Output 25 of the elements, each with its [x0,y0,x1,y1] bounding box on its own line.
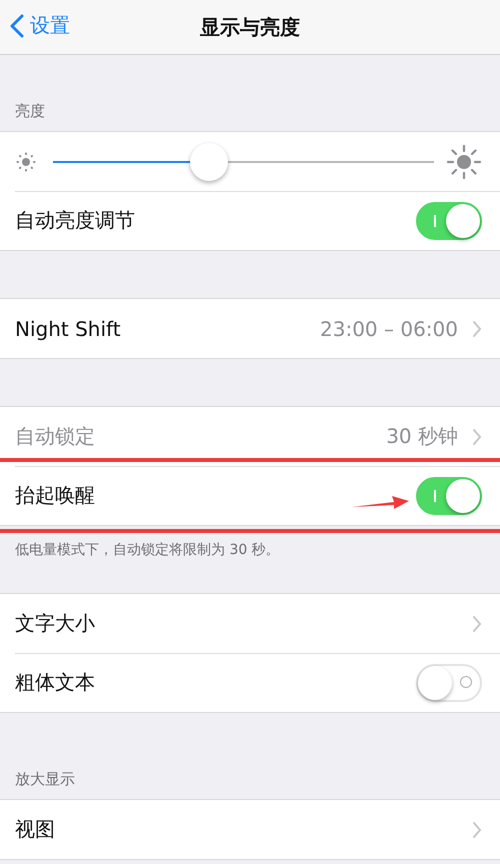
back-button[interactable]: 设置 [6,8,74,43]
brightness-slider[interactable] [53,142,434,180]
section-header: 放大显示 [15,770,75,788]
chevron-icon [472,820,482,838]
slider-thumb[interactable] [190,142,228,180]
section-header: 亮度 [15,102,45,120]
row-label: 自动亮度调节 [15,207,135,234]
row-label[interactable]: Night Shift [15,316,320,340]
pointer-arrow [352,494,410,510]
dim-sun-icon [15,150,37,172]
toggle-switch[interactable] [416,476,482,514]
row-value: 23:00 – 06:00 [320,316,458,340]
row-value: 30 秒钟 [386,423,458,450]
row-label: 粗体文本 [15,669,95,696]
back-chevron-icon [10,14,24,38]
section-footer: 低电量模式下，自动锁定将限制为 30 秒。 [15,542,280,558]
chevron-icon [472,428,482,446]
toggle-switch[interactable] [416,664,482,702]
chevron-icon [472,614,482,632]
row-label[interactable]: 文字大小 [15,610,472,637]
row-label: 抬起唤醒 [15,482,95,509]
bright-sun-icon [446,144,482,180]
screen-title: 显示与亮度 [200,14,300,40]
chevron-icon [472,320,482,338]
toggle-switch[interactable] [416,202,482,240]
